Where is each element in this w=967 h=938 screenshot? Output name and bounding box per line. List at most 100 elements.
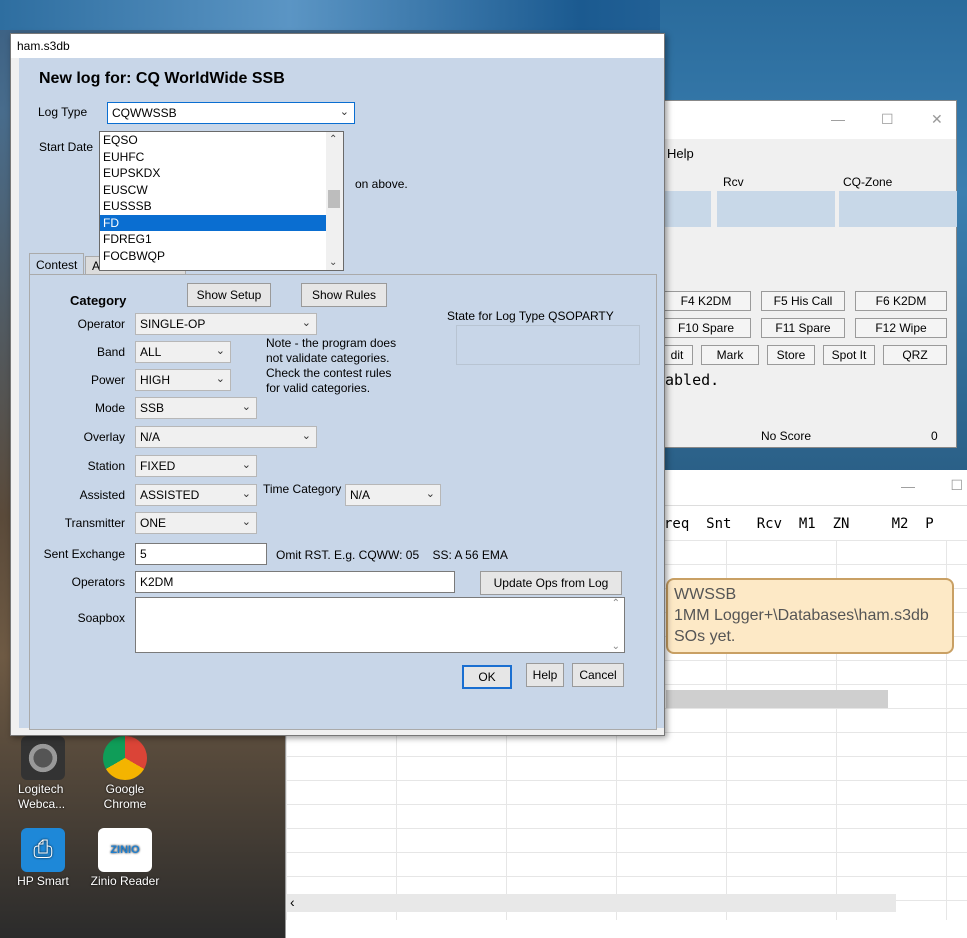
hint-text: on above.: [355, 177, 408, 191]
time-category-value: N/A: [350, 488, 371, 502]
desktop-icon-hp-smart[interactable]: ⎙ HP Smart: [8, 828, 78, 889]
spot-it-button[interactable]: Spot It: [823, 345, 875, 365]
state-box: [456, 325, 640, 365]
power-label: Power: [90, 373, 125, 387]
dropdown-option[interactable]: EUPSKDX: [100, 165, 343, 182]
col-cqzone-label: CQ-Zone: [843, 175, 893, 189]
chevron-down-icon: ⌄: [301, 317, 311, 329]
chevron-up-icon[interactable]: ⌃: [612, 598, 620, 609]
edit-button[interactable]: dit: [661, 345, 693, 365]
soapbox-textarea[interactable]: ⌃ ⌄: [135, 597, 625, 653]
log-scrollbar[interactable]: [666, 690, 888, 708]
start-date-label: Start Date: [39, 140, 94, 154]
desktop-icon-label: HP Smart: [17, 874, 69, 888]
close-icon[interactable]: ✕: [931, 111, 943, 128]
exchange-hint: Omit RST. E.g. CQWW: 05 SS: A 56 EMA: [276, 548, 508, 562]
operator-select[interactable]: SINGLE-OP ⌄: [135, 313, 317, 335]
menu-help[interactable]: Help: [661, 139, 956, 169]
maximize-icon[interactable]: ☐: [881, 111, 894, 128]
station-value: FIXED: [140, 459, 176, 473]
mode-select[interactable]: SSB ⌄: [135, 397, 257, 419]
fkey-f4[interactable]: F4 K2DM: [661, 291, 751, 311]
fkey-f11[interactable]: F11 Spare: [761, 318, 845, 338]
score-number: 0: [931, 429, 938, 443]
assisted-value: ASSISTED: [140, 488, 200, 502]
operator-value: SINGLE-OP: [140, 317, 206, 331]
soapbox-label: Soapbox: [77, 611, 125, 625]
update-ops-button[interactable]: Update Ops from Log: [480, 571, 622, 595]
chevron-up-icon[interactable]: ⌃: [329, 134, 337, 145]
rcv-field[interactable]: [717, 191, 835, 227]
mode-label: Mode: [94, 401, 125, 415]
dropdown-option[interactable]: EUSCW: [100, 182, 343, 199]
transmitter-value: ONE: [140, 516, 167, 530]
transmitter-select[interactable]: ONE ⌄: [135, 512, 257, 534]
fkey-f12[interactable]: F12 Wipe: [855, 318, 947, 338]
dropdown-option[interactable]: EUSSSB: [100, 198, 343, 215]
dialog-title: ham.s3db: [11, 34, 664, 58]
contest-panel: Category Show Setup Show Rules State for…: [29, 274, 657, 730]
chevron-down-icon: ⌄: [339, 106, 349, 118]
station-select[interactable]: FIXED ⌄: [135, 455, 257, 477]
log-type-dropdown-list[interactable]: EQSO EUHFC EUPSKDX EUSCW EUSSSB FD FDREG…: [99, 131, 344, 271]
minimize-icon[interactable]: —: [831, 111, 845, 127]
dropdown-option[interactable]: FOCBWQP: [100, 248, 343, 265]
power-select[interactable]: HIGH ⌄: [135, 369, 231, 391]
time-category-select[interactable]: N/A ⌄: [345, 484, 441, 506]
show-rules-button[interactable]: Show Rules: [301, 283, 387, 307]
fkey-f6[interactable]: F6 K2DM: [855, 291, 947, 311]
score-label: No Score: [761, 429, 812, 443]
desktop-icon-label: Logitech Webca...: [18, 782, 66, 811]
store-button[interactable]: Store: [767, 345, 815, 365]
minimize-icon[interactable]: —: [901, 478, 915, 494]
chevron-down-icon[interactable]: ⌄: [329, 257, 337, 268]
dropdown-option-selected[interactable]: FD: [100, 214, 326, 231]
band-select[interactable]: ALL ⌄: [135, 341, 231, 363]
time-category-label: Time Category: [263, 482, 342, 496]
overlay-select[interactable]: N/A ⌄: [135, 426, 317, 448]
log-column-headers: req Snt Rcv M1 ZN M2 P: [664, 516, 934, 532]
state-label: State for Log Type QSOPARTY: [447, 309, 614, 323]
log-type-select[interactable]: CQWWSSB ⌄: [107, 102, 355, 124]
new-log-dialog: ham.s3db New log for: CQ WorldWide SSB L…: [10, 33, 665, 736]
chevron-down-icon: ⌄: [241, 459, 251, 471]
qrz-button[interactable]: QRZ: [883, 345, 947, 365]
chevron-down-icon: ⌄: [215, 345, 225, 357]
sent-exchange-input[interactable]: 5: [135, 543, 267, 565]
scroll-thumb[interactable]: [328, 190, 340, 208]
help-button[interactable]: Help: [526, 663, 564, 687]
tab-contest[interactable]: Contest: [29, 253, 85, 275]
chevron-left-icon[interactable]: ‹: [290, 894, 295, 910]
col-rcv-label: Rcv: [723, 175, 744, 189]
fkey-f5[interactable]: F5 His Call: [761, 291, 845, 311]
overlay-value: N/A: [140, 430, 161, 444]
desktop-icon-chrome[interactable]: Google Chrome: [90, 736, 160, 812]
fkey-f10[interactable]: F10 Spare: [661, 318, 751, 338]
dropdown-scrollbar[interactable]: ⌃ ⌄: [326, 132, 343, 270]
log-type-label: Log Type: [38, 105, 88, 119]
zinio-icon: ZINIO: [98, 828, 152, 872]
cqzone-field[interactable]: [839, 191, 957, 227]
assisted-label: Assisted: [79, 488, 125, 502]
call-field[interactable]: [661, 191, 711, 227]
maximize-icon[interactable]: ☐: [950, 477, 963, 494]
ok-button[interactable]: OK: [462, 665, 512, 689]
note-line: Check the contest rules: [266, 366, 392, 380]
dropdown-option[interactable]: EUHFC: [100, 149, 343, 166]
transmitter-label: Transmitter: [64, 516, 125, 530]
desktop-icon-logitech[interactable]: Logitech Webca...: [8, 736, 78, 812]
operator-label: Operator: [77, 317, 125, 331]
mode-value: SSB: [140, 401, 165, 415]
mark-button[interactable]: Mark: [701, 345, 759, 365]
tooltip-line: SOs yet.: [674, 628, 736, 645]
desktop-icon-zinio[interactable]: ZINIO Zinio Reader: [90, 828, 160, 889]
dropdown-option[interactable]: EQSO: [100, 132, 343, 149]
printer-icon: ⎙: [21, 828, 65, 872]
assisted-select[interactable]: ASSISTED ⌄: [135, 484, 257, 506]
show-setup-button[interactable]: Show Setup: [187, 283, 271, 307]
chevron-down-icon[interactable]: ⌄: [612, 641, 620, 652]
dropdown-option[interactable]: FDREG1: [100, 231, 343, 248]
cancel-button[interactable]: Cancel: [572, 663, 624, 687]
operators-input[interactable]: K2DM: [135, 571, 455, 593]
log-horizontal-scrollbar[interactable]: ‹: [286, 894, 896, 912]
